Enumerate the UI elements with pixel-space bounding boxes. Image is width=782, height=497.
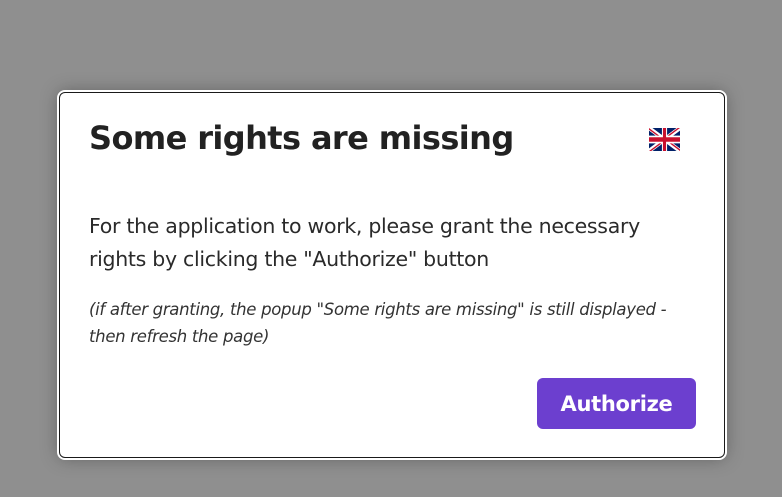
- uk-flag-icon[interactable]: [649, 128, 680, 151]
- missing-rights-dialog: Some rights are missing For the applicat…: [59, 92, 725, 458]
- dialog-message: For the application to work, please gran…: [89, 214, 640, 271]
- uk-flag-graphic: [649, 128, 680, 151]
- dialog-title: Some rights are missing: [89, 119, 514, 157]
- dialog-note: (if after granting, the popup "Some righ…: [89, 300, 667, 346]
- authorize-button[interactable]: Authorize: [537, 378, 696, 429]
